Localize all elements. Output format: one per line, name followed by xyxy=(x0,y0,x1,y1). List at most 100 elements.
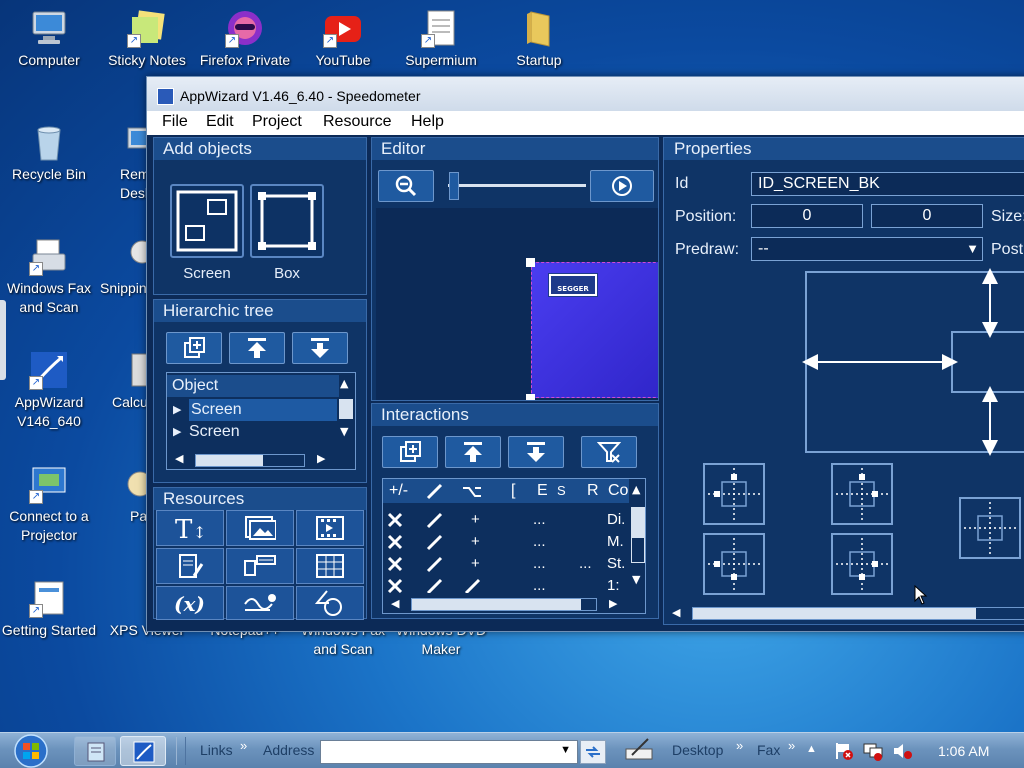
interactions-vscroll-thumb[interactable] xyxy=(632,508,644,538)
menu-project[interactable]: Project xyxy=(252,113,302,131)
scroll-up-icon[interactable]: ▲ xyxy=(632,483,640,496)
scroll-down-icon[interactable]: ▼ xyxy=(632,573,640,586)
desktop-icon-remote-desktop[interactable]: Remote Desktop xyxy=(98,122,146,203)
col-r[interactable]: R xyxy=(587,479,599,503)
interaction-move-down-button[interactable] xyxy=(508,436,564,468)
col-co[interactable]: Co xyxy=(608,479,628,503)
anchor-preset[interactable] xyxy=(703,463,765,525)
taskbar-clock[interactable]: 1:06 AM xyxy=(938,743,989,759)
chevron-down-icon[interactable]: ▼ xyxy=(560,744,571,756)
id-field[interactable]: ID_SCREEN_BK xyxy=(751,172,1024,196)
tree-add-button[interactable] xyxy=(166,332,222,364)
resource-font-button[interactable]: T ↕ xyxy=(156,510,224,546)
edit-row-icon[interactable] xyxy=(425,531,445,553)
zoom-slider[interactable] xyxy=(442,170,588,202)
edit-row-icon[interactable] xyxy=(425,575,445,593)
interaction-filter-button[interactable] xyxy=(581,436,637,468)
tree-row[interactable]: ▶ Screen xyxy=(167,399,339,421)
table-row[interactable]: + ... M. xyxy=(383,531,629,553)
scroll-down-icon[interactable]: ▼ xyxy=(340,425,348,438)
toolbar-grip[interactable] xyxy=(176,737,186,765)
delete-row-icon[interactable] xyxy=(387,509,403,531)
chevron-down-icon[interactable]: ▼ xyxy=(966,238,979,260)
window-titlebar[interactable]: AppWizard V1.46_6.40 - Speedometer xyxy=(147,77,1024,111)
tree-hscroll-thumb[interactable] xyxy=(196,455,263,466)
resource-image-button[interactable] xyxy=(226,510,294,546)
fax-toolbar[interactable]: Fax xyxy=(757,742,780,758)
scroll-right-icon[interactable]: ▶ xyxy=(317,452,325,465)
canvas-screen-object[interactable]: SEGGER xyxy=(531,262,658,398)
predraw-select[interactable]: -- ▼ xyxy=(751,237,983,261)
desktop-icon-firefox-private[interactable]: ↗ Firefox Private xyxy=(196,8,294,70)
menu-edit[interactable]: Edit xyxy=(206,113,234,131)
scroll-up-icon[interactable]: ▲ xyxy=(340,377,348,390)
expand-icon[interactable]: ▶ xyxy=(173,399,181,421)
interactions-hscroll-thumb[interactable] xyxy=(412,599,582,610)
anchor-preset[interactable] xyxy=(831,533,893,595)
desktop-icon-calculator[interactable]: Calcu xyxy=(98,350,146,412)
resource-variables-button[interactable] xyxy=(226,548,294,584)
selection-handle[interactable] xyxy=(526,258,535,267)
tree-row[interactable]: ▶ Screen xyxy=(167,421,339,443)
resource-text-button[interactable] xyxy=(156,548,224,584)
tree-move-up-button[interactable] xyxy=(229,332,285,364)
chevron-right-icon[interactable]: » xyxy=(240,738,247,753)
menu-file[interactable]: File xyxy=(162,113,188,131)
resource-shape-button[interactable] xyxy=(296,586,364,620)
table-row[interactable]: + ... Di. xyxy=(383,509,629,531)
tree-hscroll-track[interactable] xyxy=(195,454,305,467)
col-expression[interactable] xyxy=(461,479,483,503)
add-box-button[interactable] xyxy=(250,184,324,258)
tree-move-down-button[interactable] xyxy=(292,332,348,364)
expand-icon[interactable]: ▶ xyxy=(173,421,181,443)
anchor-preset[interactable] xyxy=(703,533,765,595)
desktop-icon-supermium[interactable]: ↗ Supermium xyxy=(392,8,490,70)
desktop-icon-connect-projector[interactable]: ↗ Connect to a Projector xyxy=(0,464,98,545)
desktop-icon-sticky-notes[interactable]: ↗ Sticky Notes xyxy=(98,8,196,70)
resource-movie-button[interactable] xyxy=(296,510,364,546)
delete-row-icon[interactable] xyxy=(387,575,403,593)
desktop-toolbar[interactable]: Desktop xyxy=(672,742,723,758)
add-screen-button[interactable] xyxy=(170,184,244,258)
scroll-left-icon[interactable]: ◀ xyxy=(672,606,680,619)
address-go-button[interactable] xyxy=(580,740,606,764)
position-x-field[interactable]: 0 xyxy=(751,204,863,228)
delete-row-icon[interactable] xyxy=(387,531,403,553)
interaction-move-up-button[interactable] xyxy=(445,436,501,468)
edit-row-icon[interactable] xyxy=(425,509,445,531)
desktop-icon-paint[interactable]: Pa xyxy=(98,464,146,526)
start-button[interactable] xyxy=(10,733,52,768)
taskbar-notepad-button[interactable] xyxy=(74,736,116,766)
resource-table-button[interactable] xyxy=(296,548,364,584)
scroll-left-icon[interactable]: ◀ xyxy=(391,597,399,610)
desktop-icon-computer[interactable]: Computer xyxy=(0,8,98,70)
network-icon[interactable] xyxy=(862,741,884,761)
desktop-icon-youtube[interactable]: ↗ YouTube xyxy=(294,8,392,70)
edit-row-icon[interactable] xyxy=(425,553,445,575)
properties-hscroll-track[interactable] xyxy=(692,607,1024,620)
menu-resource[interactable]: Resource xyxy=(323,113,391,131)
desktop-icon-appwizard[interactable]: ↗ AppWizard V146_640 xyxy=(0,350,98,431)
col-edit[interactable] xyxy=(425,479,445,503)
menu-help[interactable]: Help xyxy=(411,113,444,131)
edit-expression-icon[interactable] xyxy=(463,575,483,593)
taskbar-appwizard-button[interactable] xyxy=(120,736,166,766)
desktop-icon-getting-started[interactable]: ↗ Getting Started xyxy=(0,578,98,640)
interactions-vertical-scrollbar[interactable]: ▲ ▼ xyxy=(629,479,645,593)
show-hidden-icons-icon[interactable]: ▲ xyxy=(806,743,817,755)
play-button[interactable] xyxy=(590,170,654,202)
resource-motion-button[interactable] xyxy=(226,586,294,620)
table-row[interactable]: ... 1: xyxy=(383,575,629,593)
desktop-icon-startup[interactable]: Startup xyxy=(490,8,588,70)
interactions-vscroll-track[interactable] xyxy=(631,507,645,563)
interaction-add-button[interactable] xyxy=(382,436,438,468)
anchor-preset[interactable] xyxy=(959,497,1021,559)
interactions-horizontal-scrollbar[interactable]: ◀ ▶ xyxy=(383,595,629,613)
input-panel-icon[interactable] xyxy=(624,737,654,763)
chevron-right-icon[interactable]: » xyxy=(736,738,743,753)
col-s[interactable]: S xyxy=(557,479,566,503)
links-toolbar[interactable]: Links xyxy=(200,742,233,758)
address-input[interactable]: ▼ xyxy=(320,740,578,764)
editor-canvas[interactable]: SEGGER xyxy=(376,208,658,400)
tree-vscroll-thumb[interactable] xyxy=(339,399,353,419)
